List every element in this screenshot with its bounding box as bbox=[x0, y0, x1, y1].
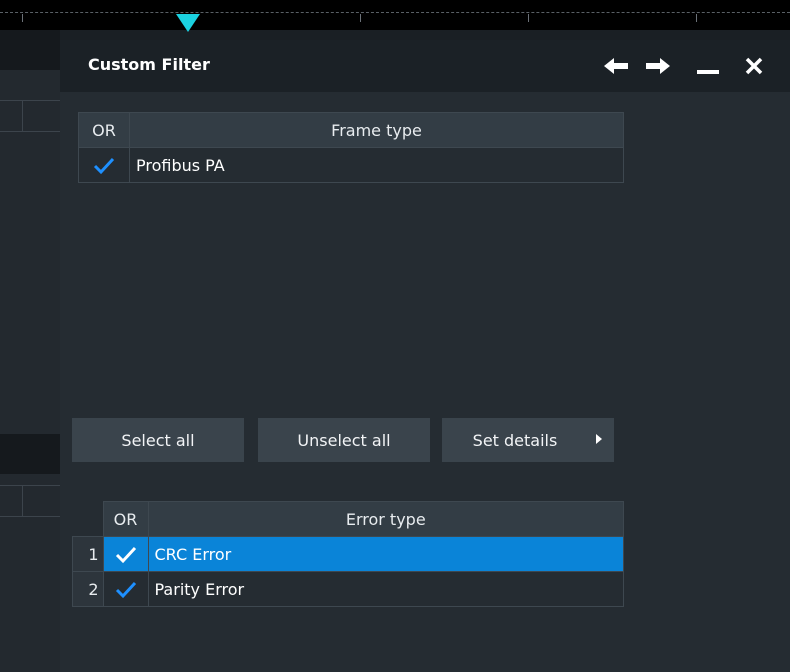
ruler-tick bbox=[696, 14, 697, 22]
column-header-or[interactable]: OR bbox=[78, 112, 130, 148]
ruler-tick bbox=[360, 14, 361, 22]
checkmark-icon bbox=[115, 581, 136, 598]
select-all-button[interactable]: Select all bbox=[72, 418, 244, 462]
unselect-all-button[interactable]: Unselect all bbox=[258, 418, 430, 462]
set-details-label: Set details bbox=[472, 430, 558, 450]
column-header-frame-type[interactable]: Frame type bbox=[129, 112, 624, 148]
table-header-row: OR Error type bbox=[72, 501, 624, 537]
row-index-header bbox=[72, 501, 104, 537]
ruler-tick bbox=[22, 14, 23, 22]
background-band bbox=[0, 434, 60, 474]
error-type-table: OR Error type 1 CRC Error 2 Parity Error bbox=[72, 501, 624, 607]
custom-filter-dialog: Custom Filter OR Frame type Profibus PA … bbox=[60, 40, 790, 672]
trigger-position-marker[interactable] bbox=[176, 14, 200, 32]
checkmark-icon bbox=[115, 546, 136, 563]
background-band bbox=[0, 30, 60, 70]
table-row[interactable]: Profibus PA bbox=[78, 147, 624, 183]
dialog-title: Custom Filter bbox=[88, 55, 210, 74]
error-type-cell[interactable]: CRC Error bbox=[147, 536, 624, 572]
frame-type-cell[interactable]: Profibus PA bbox=[129, 147, 624, 183]
table-header-row: OR Frame type bbox=[78, 112, 624, 148]
row-checkbox[interactable] bbox=[102, 536, 149, 572]
forward-button[interactable] bbox=[642, 50, 674, 82]
close-icon bbox=[745, 57, 763, 75]
timebase-ruler bbox=[0, 0, 790, 32]
row-index: 2 bbox=[72, 571, 104, 607]
ruler-axis-line bbox=[0, 12, 790, 13]
table-row[interactable]: 2 Parity Error bbox=[72, 571, 624, 607]
background-waveform-panel bbox=[0, 30, 60, 672]
minimize-icon bbox=[697, 70, 719, 74]
arrow-right-icon bbox=[646, 58, 670, 74]
background-table-cell bbox=[0, 100, 60, 132]
close-button[interactable] bbox=[738, 50, 770, 82]
row-checkbox[interactable] bbox=[102, 571, 149, 607]
set-details-button[interactable]: Set details bbox=[442, 418, 614, 462]
row-checkbox[interactable] bbox=[78, 147, 130, 183]
ruler-tick bbox=[528, 14, 529, 22]
error-type-cell[interactable]: Parity Error bbox=[147, 571, 624, 607]
minimize-button[interactable] bbox=[692, 50, 724, 82]
back-button[interactable] bbox=[600, 50, 632, 82]
dialog-header: Custom Filter bbox=[60, 40, 790, 92]
submenu-arrow-icon bbox=[596, 434, 602, 444]
checkmark-icon bbox=[93, 157, 115, 174]
row-index: 1 bbox=[72, 536, 104, 572]
column-header-error-type[interactable]: Error type bbox=[147, 501, 624, 537]
table-row[interactable]: 1 CRC Error bbox=[72, 536, 624, 572]
background-table-cell bbox=[0, 485, 60, 517]
frame-type-table: OR Frame type Profibus PA bbox=[78, 112, 624, 183]
column-header-or[interactable]: OR bbox=[102, 501, 149, 537]
arrow-left-icon bbox=[604, 58, 628, 74]
